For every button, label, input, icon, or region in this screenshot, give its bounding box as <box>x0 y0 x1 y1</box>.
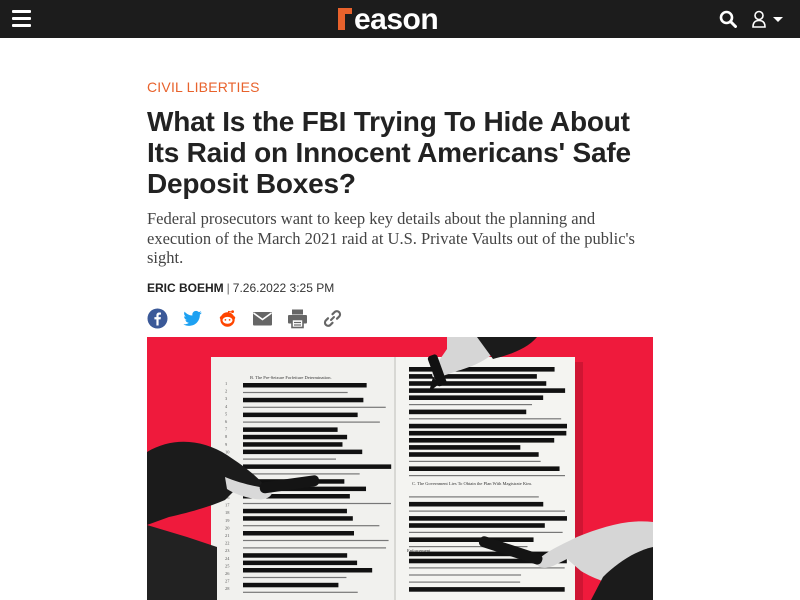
document-section-title: B. The Pre-Seizure Forfeiture Determinat… <box>250 375 332 380</box>
document-line-number: 1 <box>225 381 227 386</box>
reason-logo-mark: eason <box>338 3 439 36</box>
author-link[interactable]: Eric Boehm <box>147 281 224 295</box>
link-icon[interactable] <box>322 308 343 329</box>
article-headline: What Is the FBI Trying To Hide About Its… <box>147 106 631 199</box>
twitter-icon[interactable] <box>182 308 203 329</box>
user-icon <box>752 10 783 28</box>
reason-logo[interactable]: eason <box>337 1 463 37</box>
print-icon[interactable] <box>287 308 308 329</box>
user-menu-button[interactable] <box>752 10 786 28</box>
share-bar <box>147 307 653 331</box>
facebook-icon[interactable] <box>147 308 168 329</box>
document-line-number: 21 <box>225 533 229 538</box>
article-dek: Federal prosecutors want to keep key det… <box>147 209 635 267</box>
document-line-number: 2 <box>225 389 227 394</box>
document-line-number: 22 <box>225 541 229 546</box>
caret-down-icon <box>773 17 783 22</box>
reddit-icon[interactable] <box>217 308 238 329</box>
logo-wordmark: eason <box>354 3 438 36</box>
top-navigation-bar: eason <box>0 0 800 38</box>
byline-separator: | <box>226 280 230 295</box>
document-signature: Enforcement <box>407 548 431 553</box>
hamburger-menu-icon[interactable] <box>12 10 31 27</box>
category-link[interactable]: Civil Liberties <box>147 78 653 98</box>
byline: Eric Boehm | 7.26.2022 3:25 PM <box>147 280 653 296</box>
publish-date: 7.26.2022 3:25 PM <box>232 280 335 295</box>
search-icon[interactable] <box>719 10 737 28</box>
redacted-document-illustration: 1234567891011121314151617181920212223242… <box>147 337 653 600</box>
email-icon[interactable] <box>252 308 273 329</box>
article: Civil Liberties What Is the FBI Trying T… <box>147 78 653 331</box>
document-subsection-title: C. The Government Lies To Obtain the Pla… <box>412 481 532 486</box>
hero-image: 1234567891011121314151617181920212223242… <box>147 337 653 600</box>
